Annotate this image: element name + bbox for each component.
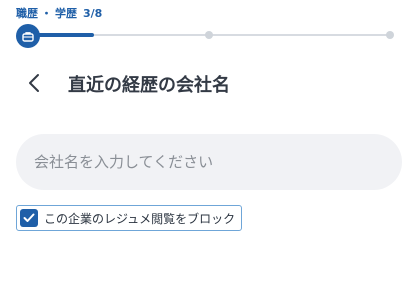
check-icon	[23, 213, 35, 222]
step-section-b: 学歴	[55, 7, 77, 20]
step-separator: ・	[41, 7, 52, 20]
step-dot-mid	[205, 31, 213, 39]
page-title: 直近の経歴の会社名	[68, 75, 230, 96]
chevron-left-icon	[28, 73, 40, 96]
page-header: 直近の経歴の会社名	[28, 68, 230, 100]
step-progress	[16, 24, 396, 48]
step-dot-end	[386, 31, 394, 39]
briefcase-icon	[22, 27, 34, 46]
block-resume-label: この企業のレジュメ閲覧をブロック	[44, 211, 236, 226]
company-name-input[interactable]	[16, 134, 402, 190]
block-resume-option[interactable]: この企業のレジュメ閲覧をブロック	[16, 205, 242, 231]
back-button[interactable]	[28, 68, 56, 100]
step-section-a: 職歴	[16, 7, 38, 20]
block-resume-checkbox[interactable]	[20, 209, 38, 227]
app-root: 職歴・学歴 3/8 直近の経歴の会社名 会社名を入力してください この企業のレジ…	[0, 0, 418, 297]
step-count: 3/8	[83, 7, 103, 20]
step-label: 職歴・学歴 3/8	[16, 5, 102, 21]
current-step-node	[16, 24, 40, 48]
